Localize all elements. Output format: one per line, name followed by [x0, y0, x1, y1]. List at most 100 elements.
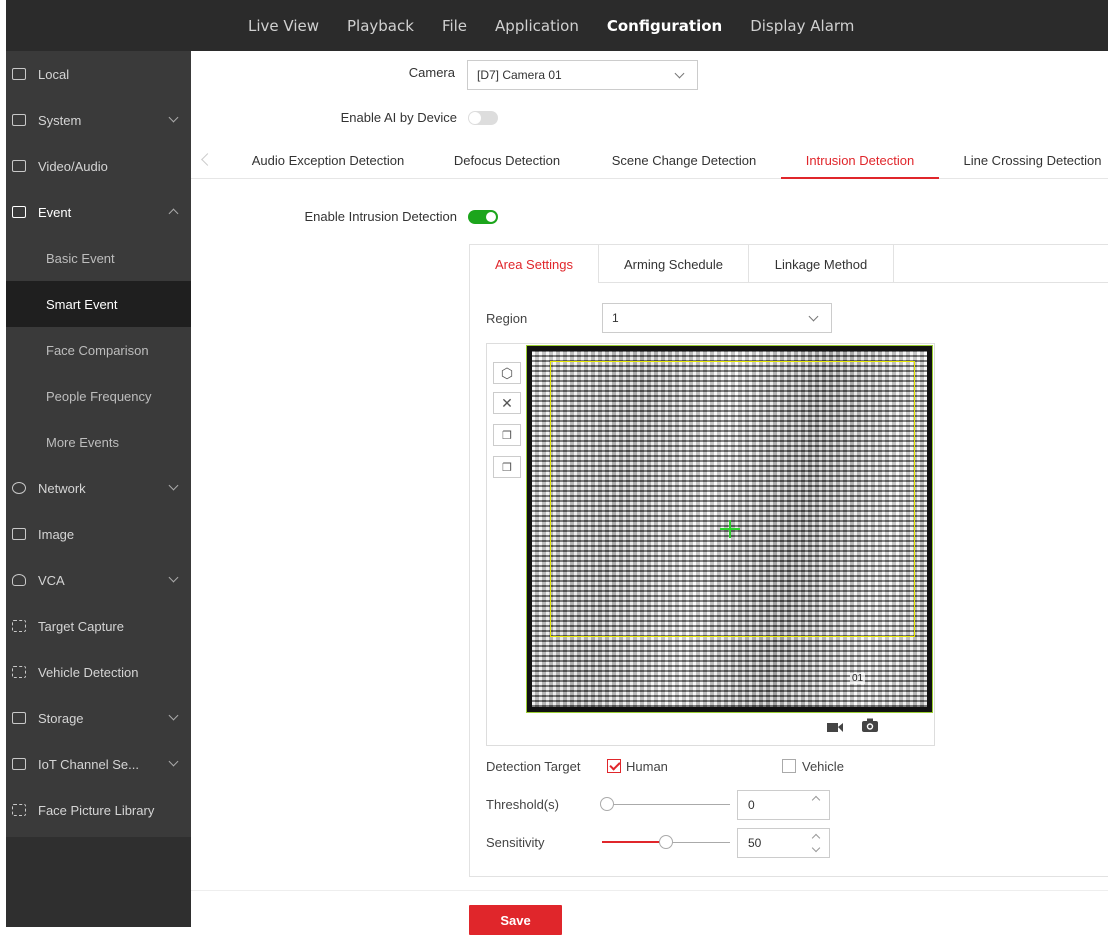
- nav-playback[interactable]: Playback: [347, 17, 414, 35]
- sensitivity-value: 50: [748, 836, 762, 850]
- main-content: Camera [D7] Camera 01 Enable AI by Devic…: [191, 51, 1108, 935]
- sidebar-item-label: Video/Audio: [38, 158, 108, 174]
- tab-intrusion-detection[interactable]: Intrusion Detection: [781, 143, 939, 179]
- sidebar-item-label: Face Picture Library: [38, 802, 155, 818]
- human-checkbox[interactable]: [607, 759, 621, 773]
- sidebar-item-target-capture[interactable]: Target Capture: [6, 603, 191, 649]
- nav-display-alarm[interactable]: Display Alarm: [750, 17, 854, 35]
- human-checkbox-label: Human: [626, 759, 668, 774]
- chevron-down-icon: [674, 68, 685, 79]
- camera-label: Camera: [408, 65, 455, 80]
- sidebar-item-basic-event[interactable]: Basic Event: [6, 235, 191, 281]
- chevron-down-icon: [168, 112, 179, 123]
- region-select[interactable]: 1: [602, 303, 832, 333]
- sidebar-item-video-audio[interactable]: Video/Audio: [6, 143, 191, 189]
- sidebar-item-label: People Frequency: [46, 388, 152, 404]
- sensitivity-slider-handle[interactable]: [659, 835, 673, 849]
- display-icon: [12, 114, 26, 126]
- sidebar-item-system[interactable]: System: [6, 97, 191, 143]
- chevron-down-icon: [168, 480, 179, 491]
- sidebar-item-more-events[interactable]: More Events: [6, 419, 191, 465]
- threshold-slider-track[interactable]: [602, 804, 730, 805]
- nav-configuration[interactable]: Configuration: [607, 17, 722, 35]
- image-icon: [12, 528, 26, 540]
- enable-intrusion-label: Enable Intrusion Detection: [304, 209, 457, 224]
- clear-region-button[interactable]: ✕: [493, 392, 521, 414]
- nav-live-view[interactable]: Live View: [248, 17, 319, 35]
- threshold-label: Threshold(s): [486, 797, 559, 812]
- chevron-down-icon: [168, 710, 179, 721]
- sidebar: Local System Video/Audio Event Basic Eve…: [6, 51, 191, 927]
- nav-application[interactable]: Application: [495, 17, 579, 35]
- subtab-linkage-method[interactable]: Linkage Method: [749, 245, 894, 283]
- max-size-icon: ❐: [502, 429, 512, 442]
- polygon-icon: ⬡: [500, 364, 514, 381]
- threshold-value: 0: [748, 798, 755, 812]
- chevron-up-icon[interactable]: [811, 833, 821, 843]
- sidebar-item-iot-channel[interactable]: IoT Channel Se...: [6, 741, 191, 787]
- sidebar-item-label: Event: [38, 204, 72, 220]
- sidebar-item-storage[interactable]: Storage: [6, 695, 191, 741]
- face-scan-icon: [12, 804, 26, 816]
- sidebar-item-event[interactable]: Event: [6, 189, 191, 235]
- enable-intrusion-toggle[interactable]: [468, 210, 498, 224]
- record-video-icon[interactable]: [826, 720, 844, 734]
- target-capture-icon: [12, 620, 26, 632]
- sidebar-item-people-frequency[interactable]: People Frequency: [6, 373, 191, 419]
- save-icon: [12, 712, 26, 724]
- sidebar-item-label: Smart Event: [46, 296, 118, 312]
- camera-live-video[interactable]: 01: [526, 345, 933, 713]
- save-button[interactable]: Save: [469, 905, 562, 935]
- subtab-divider: [894, 282, 1108, 283]
- min-size-icon: ❐: [502, 461, 512, 474]
- draw-polygon-button[interactable]: ⬡: [493, 362, 521, 384]
- chevron-down-icon[interactable]: [811, 843, 821, 853]
- sidebar-item-smart-event[interactable]: Smart Event: [6, 281, 191, 327]
- camera-snapshot-icon[interactable]: [861, 717, 879, 733]
- camera-select[interactable]: [D7] Camera 01: [467, 60, 698, 90]
- car-icon: [12, 666, 26, 678]
- nav-file[interactable]: File: [442, 17, 467, 35]
- sidebar-item-label: More Events: [46, 434, 119, 450]
- sidebar-item-network[interactable]: Network: [6, 465, 191, 511]
- enable-ai-label: Enable AI by Device: [340, 110, 457, 125]
- sidebar-item-face-picture-library[interactable]: Face Picture Library: [6, 787, 191, 833]
- max-size-button[interactable]: ❐: [493, 424, 521, 446]
- subtab-area-settings[interactable]: Area Settings: [470, 245, 599, 283]
- sensitivity-input[interactable]: 50: [737, 828, 830, 858]
- region-label: Region: [486, 311, 528, 326]
- min-size-button[interactable]: ❐: [493, 456, 521, 478]
- settings-panel: Area Settings Arming Schedule Linkage Me…: [469, 244, 1108, 877]
- camera-select-value: [D7] Camera 01: [477, 68, 562, 82]
- threshold-input[interactable]: 0: [737, 790, 830, 820]
- sidebar-item-face-comparison[interactable]: Face Comparison: [6, 327, 191, 373]
- enable-ai-toggle[interactable]: [468, 111, 498, 125]
- crosshair-marker-vertical: [729, 520, 731, 538]
- sidebar-item-label: Face Comparison: [46, 342, 149, 358]
- threshold-slider-handle[interactable]: [600, 797, 614, 811]
- bulb-icon: [12, 574, 26, 586]
- sidebar-item-image[interactable]: Image: [6, 511, 191, 557]
- chevron-up-icon[interactable]: [811, 795, 821, 805]
- sidebar-item-label: Storage: [38, 710, 84, 726]
- sidebar-item-vca[interactable]: VCA: [6, 557, 191, 603]
- sidebar-item-label: VCA: [38, 572, 65, 588]
- region-select-value: 1: [612, 311, 619, 325]
- tab-scene-change-detection[interactable]: Scene Change Detection: [601, 143, 767, 179]
- monitor-icon: [12, 68, 26, 80]
- subtab-arming-schedule[interactable]: Arming Schedule: [599, 245, 749, 283]
- chevron-down-icon: [808, 311, 819, 322]
- sensitivity-slider-fill: [602, 841, 666, 843]
- vehicle-checkbox[interactable]: [782, 759, 796, 773]
- sidebar-item-label: Local: [38, 66, 70, 82]
- tab-line-crossing-detection[interactable]: Line Crossing Detection: [957, 143, 1108, 179]
- sidebar-item-local[interactable]: Local: [6, 51, 191, 97]
- sidebar-item-label: System: [38, 112, 82, 128]
- chevron-left-icon[interactable]: [201, 153, 214, 166]
- sidebar-footer: [6, 837, 191, 927]
- tab-audio-exception-detection[interactable]: Audio Exception Detection: [238, 143, 418, 179]
- tab-defocus-detection[interactable]: Defocus Detection: [445, 143, 569, 179]
- detection-region-outline: [550, 361, 915, 637]
- chevron-down-icon: [168, 572, 179, 583]
- sidebar-item-vehicle-detection[interactable]: Vehicle Detection: [6, 649, 191, 695]
